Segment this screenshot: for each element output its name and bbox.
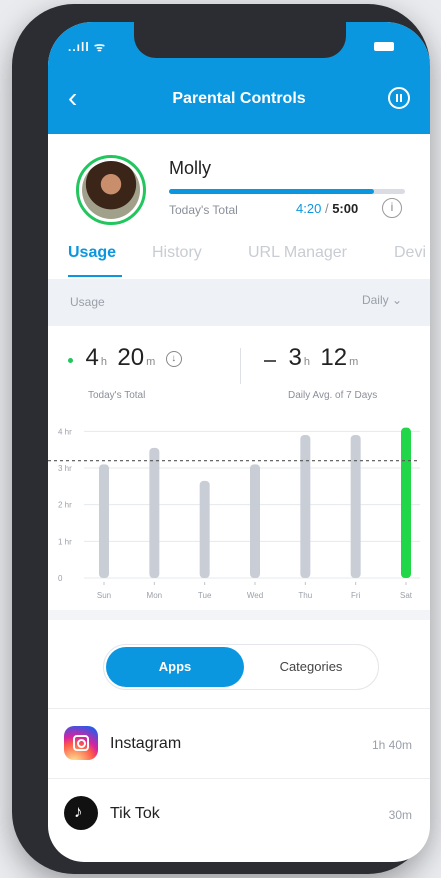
- tiktok-icon: [64, 796, 98, 830]
- chart-bar: [401, 427, 411, 578]
- usage-section-bar: Usage Daily ⌄: [48, 279, 430, 326]
- avatar-photo: [82, 161, 140, 219]
- signal-wifi-indicator: ..ıll ᯤ: [68, 40, 106, 54]
- avg-minutes: 12: [320, 344, 348, 371]
- list-item[interactable]: Tik Tok 30m: [48, 778, 430, 848]
- x-tick-label: Tue: [198, 591, 212, 600]
- x-tick-label: Sun: [97, 591, 111, 600]
- list-item[interactable]: Instagram 1h 40m: [48, 708, 430, 778]
- child-name: Molly: [169, 158, 212, 178]
- instagram-icon: [64, 726, 98, 760]
- x-tick-label: Sat: [400, 591, 413, 600]
- categories-toggle-button[interactable]: Categories: [244, 647, 378, 687]
- app-name: Instagram: [110, 735, 182, 752]
- x-tick-label: Wed: [247, 591, 263, 600]
- y-tick-label: 3 hr: [58, 464, 72, 473]
- today-total-label: Today's Total: [169, 203, 238, 217]
- section-label: Usage: [70, 295, 105, 309]
- download-icon[interactable]: ↓: [165, 351, 182, 367]
- usage-stats: 4h 20 m ↓ 3h 12 m Today's Total Daily Avg.…: [48, 326, 430, 402]
- period-dropdown[interactable]: Daily ⌄: [362, 293, 402, 307]
- tab-history[interactable]: History: [152, 244, 202, 262]
- avatar[interactable]: [76, 155, 146, 225]
- page-title: Parental Controls: [172, 90, 306, 107]
- screen: ..ıll ᯤ ‹ Parental Controls Molly Today'…: [48, 22, 430, 862]
- y-tick-label: 1 hr: [58, 537, 72, 546]
- daily-avg-stat: 3h 12 m: [264, 344, 364, 372]
- pause-icon[interactable]: [388, 87, 410, 109]
- info-icon[interactable]: i: [382, 198, 402, 218]
- chart-bar: [350, 435, 361, 578]
- y-tick-label: 2 hr: [58, 501, 72, 510]
- app-name: Tik Tok: [110, 805, 160, 822]
- active-tab-indicator: [68, 275, 122, 277]
- x-tick-label: Fri: [351, 591, 361, 600]
- today-hours-unit: h: [100, 356, 107, 368]
- chart-svg: 0 1 hr 2 hr 3 hr 4 hr Sun Mon Tue Wed Thu Fri Sat: [48, 427, 420, 600]
- usage-progress-fill: [169, 189, 375, 194]
- today-minutes: 20: [117, 344, 145, 371]
- x-tick-label: Mon: [147, 591, 163, 600]
- today-minutes-unit: m: [146, 356, 156, 368]
- today-total-caption: Today's Total: [88, 390, 146, 401]
- x-tick-label: Thu: [298, 591, 312, 600]
- phone-frame: ..ıll ᯤ ‹ Parental Controls Molly Today'…: [12, 4, 430, 874]
- chart-bar: [99, 464, 109, 578]
- tab-devices[interactable]: Devi: [394, 244, 426, 262]
- avg-hours-unit: h: [303, 356, 310, 368]
- daily-avg-caption: Daily Avg. of 7 Days: [288, 390, 378, 401]
- y-tick-label: 0: [58, 574, 63, 583]
- today-legend-dot: [68, 358, 73, 364]
- today-hours: 4: [85, 344, 99, 371]
- chart-bar: [149, 447, 160, 578]
- time-separator: /: [324, 201, 329, 216]
- today-total-stat: 4h 20 m ↓: [68, 344, 182, 372]
- tab-usage[interactable]: Usage: [68, 244, 116, 262]
- battery-icon: [374, 42, 394, 51]
- y-tick-label: 4 hr: [58, 427, 72, 436]
- section-gap: [48, 610, 430, 620]
- app-time: 30m: [388, 808, 412, 822]
- today-total-value: 4:20 / 5:00: [296, 201, 358, 216]
- app-time: 1h 40m: [371, 738, 412, 752]
- profile-card: Molly Today's Total 4:20 / 5:00 i: [48, 134, 430, 244]
- chart-bar: [199, 480, 210, 578]
- avg-hours: 3: [288, 344, 302, 371]
- tab-url-manager[interactable]: URL Manager: [248, 244, 347, 262]
- notch: [134, 22, 346, 58]
- avg-minutes-unit: m: [349, 356, 359, 368]
- chart-bar: [300, 435, 311, 578]
- used-time: 4:20: [296, 201, 322, 216]
- apps-toggle-button[interactable]: Apps: [106, 647, 244, 687]
- tab-bar: Usage History URL Manager Devi: [48, 244, 430, 278]
- usage-bar-chart: 0 1 hr 2 hr 3 hr 4 hr Sun Mon Tue Wed Thu Fri Sat: [48, 420, 430, 600]
- apps-categories-toggle: Apps Categories: [103, 644, 379, 690]
- stats-divider: [240, 348, 241, 384]
- avg-legend-dash: [264, 359, 276, 362]
- time-limit: 5:00: [332, 201, 359, 216]
- chart-bar: [250, 464, 260, 578]
- usage-progress-bar: [169, 189, 405, 194]
